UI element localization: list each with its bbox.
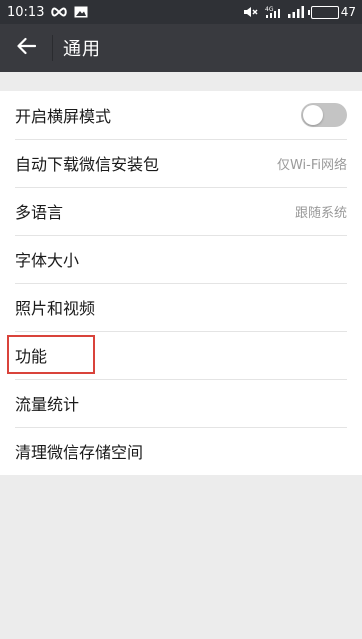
setting-label: 清理微信存储空间 bbox=[15, 443, 144, 462]
setting-auto-download[interactable]: 自动下载微信安装包 仅Wi-Fi网络 bbox=[0, 139, 362, 187]
back-button[interactable] bbox=[0, 24, 52, 72]
page-title: 通用 bbox=[63, 39, 101, 60]
setting-label: 多语言 bbox=[15, 203, 64, 222]
setting-label: 功能 bbox=[15, 347, 48, 366]
signal-bars-icon bbox=[287, 6, 305, 18]
battery-level: 47 bbox=[340, 5, 356, 19]
setting-label: 流量统计 bbox=[15, 395, 80, 414]
setting-label: 照片和视频 bbox=[15, 299, 96, 318]
setting-features[interactable]: 功能 bbox=[0, 331, 362, 379]
app-header: 通用 bbox=[0, 24, 362, 72]
header-divider bbox=[52, 35, 53, 61]
setting-landscape-mode[interactable]: 开启横屏模式 bbox=[0, 91, 362, 139]
setting-storage[interactable]: 清理微信存储空间 bbox=[0, 427, 362, 475]
infinity-icon bbox=[50, 7, 68, 17]
setting-label: 开启横屏模式 bbox=[15, 107, 112, 126]
arrow-left-icon bbox=[16, 37, 37, 59]
signal-4g-icon: 4G bbox=[265, 6, 281, 19]
toggle-knob bbox=[303, 105, 323, 125]
svg-text:4G: 4G bbox=[265, 6, 274, 13]
setting-font-size[interactable]: 字体大小 bbox=[0, 235, 362, 283]
settings-list: 开启横屏模式 自动下载微信安装包 仅Wi-Fi网络 多语言 跟随系统 字体大小 … bbox=[0, 91, 362, 475]
status-time: 10:13 bbox=[7, 4, 45, 20]
setting-label: 字体大小 bbox=[15, 251, 80, 270]
setting-data-usage[interactable]: 流量统计 bbox=[0, 379, 362, 427]
battery-shape bbox=[307, 5, 339, 19]
setting-photos-videos[interactable]: 照片和视频 bbox=[0, 283, 362, 331]
setting-language[interactable]: 多语言 跟随系统 bbox=[0, 187, 362, 235]
setting-value: 仅Wi-Fi网络 bbox=[276, 157, 347, 173]
status-bar: 10:13 4G 47 bbox=[0, 0, 362, 24]
mute-icon bbox=[243, 6, 259, 18]
image-icon bbox=[74, 6, 88, 18]
setting-label: 自动下载微信安装包 bbox=[15, 155, 160, 174]
status-right: 4G 47 bbox=[243, 5, 356, 19]
landscape-mode-toggle[interactable] bbox=[301, 103, 347, 127]
setting-value: 跟随系统 bbox=[294, 205, 347, 221]
battery-icon: 47 bbox=[307, 5, 356, 19]
status-left: 10:13 bbox=[7, 5, 88, 20]
